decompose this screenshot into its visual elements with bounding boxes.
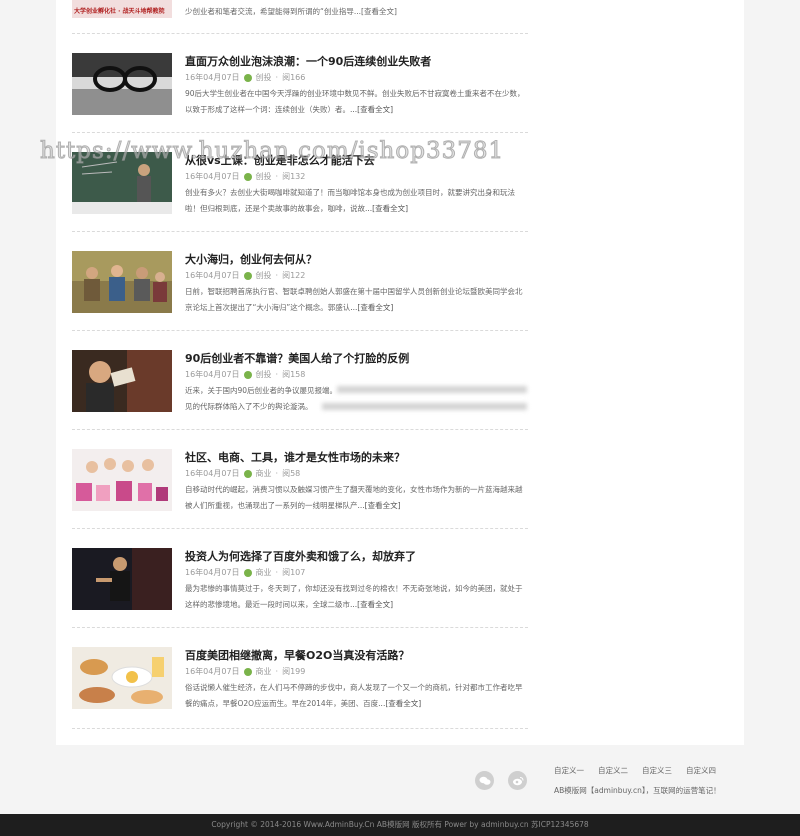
article-meta: 16年04月07日 商业 · 阅199: [185, 666, 306, 677]
category-icon: [243, 667, 252, 676]
article-item: 社区、电商、工具，谁才是女性市场的未来？ 16年04月07日 商业 · 阅58 …: [72, 429, 528, 528]
article-category[interactable]: 创投: [256, 72, 272, 83]
article-item: 投资人为何选择了百度外卖和饿了么，却放弃了 16年04月07日 商业 · 阅10…: [72, 528, 528, 627]
article-category[interactable]: 创投: [256, 171, 272, 182]
article-excerpt: 日前，智联招聘首席执行官、智联卓聘创始人郭盛在第十届中国留学人员创新创业论坛暨欧…: [185, 287, 523, 312]
article-title[interactable]: 90后创业者不靠谱？美国人给了个打脸的反例: [185, 350, 525, 366]
article-date: 16年04月07日: [185, 469, 240, 478]
footer-link[interactable]: 自定义三: [642, 765, 672, 776]
footer-link[interactable]: 自定义一: [554, 765, 584, 776]
read-more-link[interactable]: ...[查看全文]: [358, 501, 401, 510]
article-category[interactable]: 创投: [256, 270, 272, 281]
article-divider: [72, 330, 528, 331]
article-divider: [72, 627, 528, 628]
article-list-card: 大学创业孵化社 · 战天斗地帮教院 少创业者和笔者交流，希望能得到所谓的“创业指…: [56, 0, 744, 745]
blurred-region: [322, 403, 527, 410]
read-more-link[interactable]: ...[查看全文]: [350, 600, 393, 609]
read-more-link[interactable]: ...[查看全文]: [350, 105, 393, 114]
footer-site-text: AB模版网【adminbuy.cn】，互联网的运营笔记！: [554, 786, 721, 795]
article-divider: [72, 33, 528, 34]
article-category[interactable]: 商业: [256, 567, 272, 578]
article-thumbnail[interactable]: [72, 350, 172, 412]
article-thumbnail[interactable]: [72, 647, 172, 709]
article-excerpt: 自移动时代的崛起，消费习惯以及触媒习惯产生了翻天覆地的变化，女性市场作为新的一片…: [185, 485, 523, 510]
article-views: 阅132: [282, 172, 306, 181]
article-title[interactable]: 百度美团相继撤离，早餐O2O当真没有活路？: [185, 647, 525, 663]
article-thumbnail[interactable]: [72, 449, 172, 511]
article-views: 阅122: [282, 271, 306, 280]
article-category[interactable]: 商业: [256, 468, 272, 479]
article-item: 从很vs上课：创业是非怎么才能活下去 16年04月07日 创投 · 阅132 创…: [72, 132, 528, 231]
wechat-icon[interactable]: [475, 771, 494, 790]
read-more-link[interactable]: ...[查看全文]: [350, 303, 393, 312]
article-category[interactable]: 创投: [256, 369, 272, 380]
article-title[interactable]: 从很vs上课：创业是非怎么才能活下去: [185, 152, 525, 168]
category-icon: [243, 172, 252, 181]
copyright-text: Copyright © 2014-2016 Www.AdminBuy.Cn AB…: [211, 820, 589, 829]
article-divider: [72, 429, 528, 430]
weibo-icon[interactable]: [508, 771, 527, 790]
article-excerpt: 俗话说懒人催生经济，在人们马不停蹄的步伐中，商人发现了一个又一个的商机，针对都市…: [185, 683, 523, 708]
blurred-region: [337, 386, 527, 393]
article-title[interactable]: 直面万众创业泡沫浪潮：一个90后连续创业失败者: [185, 53, 525, 69]
article-excerpt: 最为悲惨的事情莫过于，冬天到了，你却还没有找到过冬的棉衣！不无奇张地说，如今的美…: [185, 584, 523, 609]
article-views: 阅158: [282, 370, 306, 379]
top-banner-text: 大学创业孵化社 · 战天斗地帮教院: [74, 8, 165, 15]
article-meta: 16年04月07日 创投 · 阅122: [185, 270, 306, 281]
article-views: 阅107: [282, 568, 306, 577]
category-icon: [243, 568, 252, 577]
read-more-link[interactable]: ...[查看全文]: [365, 204, 408, 213]
article-views: 阅166: [282, 73, 306, 82]
article-date: 16年04月07日: [185, 271, 240, 280]
article-divider: [72, 132, 528, 133]
category-icon: [243, 271, 252, 280]
article-thumbnail[interactable]: [72, 251, 172, 313]
article-divider: [72, 728, 528, 729]
read-more-link[interactable]: ...[查看全文]: [378, 699, 421, 708]
article-excerpt: 90后大学生创业者在中国今天浮躁的创业环境中数见不鲜。创业失败后不甘寂寞卷土重来…: [185, 89, 525, 114]
article-divider: [72, 528, 528, 529]
article-title[interactable]: 社区、电商、工具，谁才是女性市场的未来？: [185, 449, 525, 465]
category-icon: [243, 469, 252, 478]
article-thumbnail[interactable]: [72, 152, 172, 214]
article-date: 16年04月07日: [185, 172, 240, 181]
footer-link[interactable]: 自定义二: [598, 765, 628, 776]
footer-links: 自定义一 自定义二 自定义三 自定义四: [554, 765, 716, 776]
article-excerpt: 创业有多火？去创业大街喝咖啡就知道了！而当咖啡馆本身也成为创业项目时，就要讲究出…: [185, 188, 515, 213]
article-meta: 16年04月07日 创投 · 阅166: [185, 72, 306, 83]
top-article-excerpt: 少创业者和笔者交流，希望能得到所谓的“创业指导...[查看全文]: [185, 7, 397, 16]
article-date: 16年04月07日: [185, 568, 240, 577]
article-date: 16年04月07日: [185, 667, 240, 676]
article-views: 阅58: [282, 469, 301, 478]
article-item: 直面万众创业泡沫浪潮：一个90后连续创业失败者 16年04月07日 创投 · 阅…: [72, 33, 528, 132]
footer-link[interactable]: 自定义四: [686, 765, 716, 776]
article-meta: 16年04月07日 商业 · 阅58: [185, 468, 301, 479]
article-item: 90后创业者不靠谱？美国人给了个打脸的反例 16年04月07日 创投 · 阅15…: [72, 330, 528, 429]
article-item: 大小海归，创业何去何从？ 16年04月07日 创投 · 阅122 日前，智联招聘…: [72, 231, 528, 330]
article-item: 百度美团相继撤离，早餐O2O当真没有活路？ 16年04月07日 商业 · 阅19…: [72, 627, 528, 732]
article-title[interactable]: 大小海归，创业何去何从？: [185, 251, 525, 267]
article-meta: 16年04月07日 创投 · 阅158: [185, 369, 306, 380]
category-icon: [243, 73, 252, 82]
article-thumbnail[interactable]: [72, 548, 172, 610]
article-category[interactable]: 商业: [256, 666, 272, 677]
copyright-bar: Copyright © 2014-2016 Www.AdminBuy.Cn AB…: [0, 814, 800, 836]
article-views: 阅199: [282, 667, 306, 676]
article-date: 16年04月07日: [185, 370, 240, 379]
article-title[interactable]: 投资人为何选择了百度外卖和饿了么，却放弃了: [185, 548, 525, 564]
article-date: 16年04月07日: [185, 73, 240, 82]
article-meta: 16年04月07日 商业 · 阅107: [185, 567, 306, 578]
article-meta: 16年04月07日 创投 · 阅132: [185, 171, 306, 182]
article-thumbnail[interactable]: [72, 53, 172, 115]
category-icon: [243, 370, 252, 379]
article-divider: [72, 231, 528, 232]
top-article-thumbnail[interactable]: 大学创业孵化社 · 战天斗地帮教院: [72, 0, 172, 18]
